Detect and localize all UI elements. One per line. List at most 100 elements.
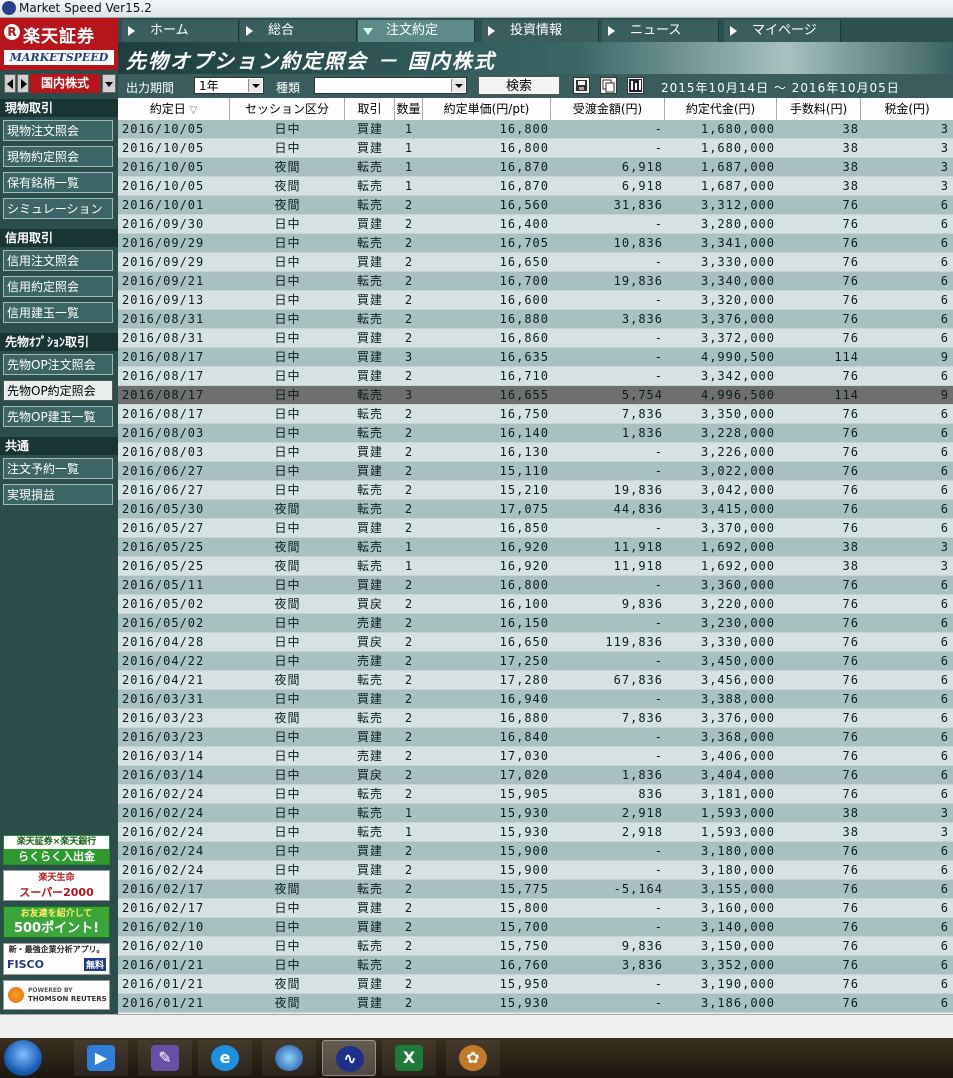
table-row[interactable]: 2016/08/03 日中 買建 2 16,130 - 3,226,000 76 6 xyxy=(118,443,953,462)
table-row[interactable]: 2016/08/31 日中 買建 2 16,860 - 3,372,000 76 6 xyxy=(118,329,953,348)
table-row[interactable]: 2016/05/02 夜間 買戻 2 16,100 9,836 3,220,000 76 6 xyxy=(118,595,953,614)
cell-session: 日中 xyxy=(274,293,301,307)
table-row[interactable]: 2016/10/05 夜間 転売 1 16,870 6,918 1,687,000 38 3 xyxy=(118,177,953,196)
table-row[interactable]: 2016/01/21 夜間 買建 2 15,930 - 3,186,000 76 6 xyxy=(118,994,953,1013)
save-icon[interactable] xyxy=(573,77,590,94)
table-row[interactable]: 2016/10/05 日中 買建 1 16,800 - 1,680,000 38 3 xyxy=(118,139,953,158)
table-row[interactable]: 2016/04/21 夜間 転売 2 17,280 67,836 3,456,000 76 6 xyxy=(118,671,953,690)
table-row[interactable]: 2016/05/27 日中 買建 2 16,850 - 3,370,000 76 6 xyxy=(118,519,953,538)
taskbar-market-speed-icon[interactable]: ∿ xyxy=(322,1040,376,1076)
table-row[interactable]: 2016/06/27 日中 買建 2 15,110 - 3,022,000 76 6 xyxy=(118,462,953,481)
table-row[interactable]: 2016/04/22 日中 売建 2 17,250 - 3,450,000 76 6 xyxy=(118,652,953,671)
sidebar-item-holdings[interactable]: 保有銘柄一覧 xyxy=(3,172,113,193)
table-row[interactable]: 2016/10/01 夜間 転売 2 16,560 31,836 3,312,000 76 6 xyxy=(118,196,953,215)
ad-life-insurance[interactable]: 楽天生命 スーパー2000 xyxy=(3,870,110,901)
table-row[interactable]: 2016/03/31 日中 買建 2 16,940 - 3,388,000 76 6 xyxy=(118,690,953,709)
arrow-left-icon[interactable] xyxy=(4,74,16,93)
table-row[interactable]: 2016/05/11 日中 買建 2 16,800 - 3,360,000 76 6 xyxy=(118,576,953,595)
market-label[interactable]: 国内株式 xyxy=(30,74,100,93)
table-row[interactable]: 2016/02/24 日中 転売 2 15,905 836 3,181,000 76 6 xyxy=(118,785,953,804)
table-row[interactable]: 2016/06/27 日中 転売 2 15,210 19,836 3,042,000 76 6 xyxy=(118,481,953,500)
table-row[interactable]: 2016/08/17 日中 買建 3 16,635 - 4,990,500 114 9 xyxy=(118,348,953,367)
col-header-settlement[interactable]: 受渡金額(円) xyxy=(551,98,665,120)
tab-overview[interactable]: 総合 xyxy=(240,20,357,42)
tab-investment-info[interactable]: 投資情報 xyxy=(482,20,599,42)
col-header-fee[interactable]: 手数料(円) xyxy=(777,98,861,120)
table-row[interactable]: 2016/04/28 日中 買戻 2 16,650 119,836 3,330,000 76 6 xyxy=(118,633,953,652)
table-row[interactable]: 2016/02/24 日中 転売 1 15,930 2,918 1,593,000 38 3 xyxy=(118,823,953,842)
sidebar-item-simulation[interactable]: シミュレーション xyxy=(3,198,113,219)
sidebar-item-spot-executions[interactable]: 現物約定照会 xyxy=(3,146,113,167)
table-row[interactable]: 2016/08/17 日中 転売 2 16,750 7,836 3,350,000 76 6 xyxy=(118,405,953,424)
col-header-date[interactable]: 約定日 ▽ xyxy=(118,98,230,120)
col-header-qty[interactable]: 数量 xyxy=(395,98,423,120)
table-row[interactable]: 2016/02/10 日中 買建 2 15,700 - 3,140,000 76 6 xyxy=(118,918,953,937)
windows-start-button[interactable] xyxy=(4,1040,42,1076)
tab-home[interactable]: ホーム xyxy=(122,20,239,42)
col-header-session[interactable]: セッション区分 xyxy=(230,98,345,120)
sidebar-item-spot-orders[interactable]: 現物注文照会 xyxy=(3,120,113,141)
table-row[interactable]: 2016/08/31 日中 転売 2 16,880 3,836 3,376,000 76 6 xyxy=(118,310,953,329)
taskbar-internet-explorer-icon[interactable]: e xyxy=(198,1040,252,1076)
table-row[interactable]: 2016/09/21 日中 転売 2 16,700 19,836 3,340,000 76 6 xyxy=(118,272,953,291)
table-row[interactable]: 2016/03/14 日中 買戻 2 17,020 1,836 3,404,000 76 6 xyxy=(118,766,953,785)
tab-mypage[interactable]: マイページ xyxy=(724,20,841,42)
ad-bank-link[interactable]: 楽天証券×楽天銀行 らくらく入出金 xyxy=(3,835,110,865)
table-row[interactable]: 2016/09/13 日中 買建 2 16,600 - 3,320,000 76 6 xyxy=(118,291,953,310)
taskbar-media-player-icon[interactable]: ▶ xyxy=(74,1040,128,1076)
sidebar-item-futures-executions[interactable]: 先物OP約定照会 xyxy=(3,380,113,401)
table-row[interactable]: 2016/09/30 日中 買建 2 16,400 - 3,280,000 76 6 xyxy=(118,215,953,234)
arrow-right-icon[interactable] xyxy=(17,74,29,93)
table-row[interactable]: 2016/03/14 日中 売建 2 17,030 - 3,406,000 76 6 xyxy=(118,747,953,766)
chevron-down-icon[interactable] xyxy=(102,74,116,93)
table-row[interactable]: 2016/05/02 日中 売建 2 16,150 - 3,230,000 76 6 xyxy=(118,614,953,633)
sidebar-item-futures-positions[interactable]: 先物OP建玉一覧 xyxy=(3,406,113,427)
table-row[interactable]: 2016/08/17 日中 買建 2 16,710 - 3,342,000 76 6 xyxy=(118,367,953,386)
cell-amount: 3,376,000 xyxy=(700,312,775,326)
table-row[interactable]: 2016/05/25 夜間 転売 1 16,920 11,918 1,692,000 38 3 xyxy=(118,557,953,576)
table-row[interactable]: 2016/05/25 夜間 転売 1 16,920 11,918 1,692,000 38 3 xyxy=(118,538,953,557)
table-row[interactable]: 2016/09/29 日中 買建 2 16,650 - 3,330,000 76 6 xyxy=(118,253,953,272)
table-row[interactable]: 2016/02/10 日中 転売 2 15,750 9,836 3,150,000 76 6 xyxy=(118,937,953,956)
tab-orders[interactable]: 注文約定 xyxy=(358,20,475,42)
sidebar-item-margin-positions[interactable]: 信用建玉一覧 xyxy=(3,302,113,323)
table-row[interactable]: 2016/10/05 夜間 転売 1 16,870 6,918 1,687,000 38 3 xyxy=(118,158,953,177)
sidebar-item-futures-orders[interactable]: 先物OP注文照会 xyxy=(3,354,113,375)
period-select[interactable]: 1年 xyxy=(194,77,264,94)
table-row[interactable]: 2016/10/05 日中 買建 1 16,800 - 1,680,000 38 3 xyxy=(118,120,953,139)
copy-icon[interactable] xyxy=(600,77,617,94)
table-row[interactable]: 2016/02/24 日中 買建 2 15,900 - 3,180,000 76 6 xyxy=(118,861,953,880)
col-header-tax[interactable]: 税金(円) xyxy=(861,98,953,120)
taskbar-photo-viewer-icon[interactable]: ✿ xyxy=(446,1040,500,1076)
sidebar-item-margin-orders[interactable]: 信用注文照会 xyxy=(3,250,113,271)
cell-trade: 転売 xyxy=(356,502,383,516)
type-select[interactable] xyxy=(314,77,467,94)
table-row[interactable]: 2016/02/24 日中 買建 2 15,900 - 3,180,000 76 6 xyxy=(118,842,953,861)
col-header-trade[interactable]: 取引 xyxy=(345,98,395,120)
table-row[interactable]: 2016/03/23 夜間 転売 2 16,880 7,836 3,376,000 76 6 xyxy=(118,709,953,728)
taskbar-excel-icon[interactable]: X xyxy=(382,1040,436,1076)
table-row[interactable]: 2016/08/17 日中 転売 3 16,655 5,754 4,996,500 114 9 xyxy=(118,386,953,405)
sidebar-item-realized-pnl[interactable]: 実現損益 xyxy=(3,484,113,505)
table-row[interactable]: 2016/01/21 夜間 買建 2 15,950 - 3,190,000 76 6 xyxy=(118,975,953,994)
taskbar-google-earth-icon[interactable] xyxy=(262,1040,316,1076)
table-row[interactable]: 2016/08/03 日中 転売 2 16,140 1,836 3,228,000 76 6 xyxy=(118,424,953,443)
ad-thomson-reuters[interactable]: POWERED BY THOMSON REUTERS xyxy=(3,980,110,1010)
ad-fisco[interactable]: 新・最強企業分析アプリ。 FISCO 無料 xyxy=(3,943,110,975)
sidebar-item-margin-executions[interactable]: 信用約定照会 xyxy=(3,276,113,297)
table-row[interactable]: 2016/03/23 日中 買建 2 16,840 - 3,368,000 76 6 xyxy=(118,728,953,747)
ad-referral[interactable]: お友達を紹介して 500ポイント! xyxy=(3,906,110,938)
col-header-amount[interactable]: 約定代金(円) xyxy=(665,98,777,120)
print-settings-icon[interactable] xyxy=(627,77,644,94)
tab-news[interactable]: ニュース xyxy=(602,20,719,42)
table-row[interactable]: 2016/09/29 日中 転売 2 16,705 10,836 3,341,000 76 6 xyxy=(118,234,953,253)
sidebar-item-reservations[interactable]: 注文予約一覧 xyxy=(3,458,113,479)
search-button[interactable]: 検索 xyxy=(478,76,560,95)
table-row[interactable]: 2016/02/17 日中 買建 2 15,800 - 3,160,000 76 6 xyxy=(118,899,953,918)
table-row[interactable]: 2016/02/17 夜間 転売 2 15,775 -5,164 3,155,000 76 6 xyxy=(118,880,953,899)
table-row[interactable]: 2016/01/21 日中 転売 2 16,760 3,836 3,352,000 76 6 xyxy=(118,956,953,975)
col-header-price[interactable]: 約定単価(円/pt) xyxy=(423,98,551,120)
table-row[interactable]: 2016/05/30 夜間 転売 2 17,075 44,836 3,415,000 76 6 xyxy=(118,500,953,519)
table-row[interactable]: 2016/02/24 日中 転売 1 15,930 2,918 1,593,000 38 3 xyxy=(118,804,953,823)
taskbar-paint-icon[interactable]: ✎ xyxy=(138,1040,192,1076)
